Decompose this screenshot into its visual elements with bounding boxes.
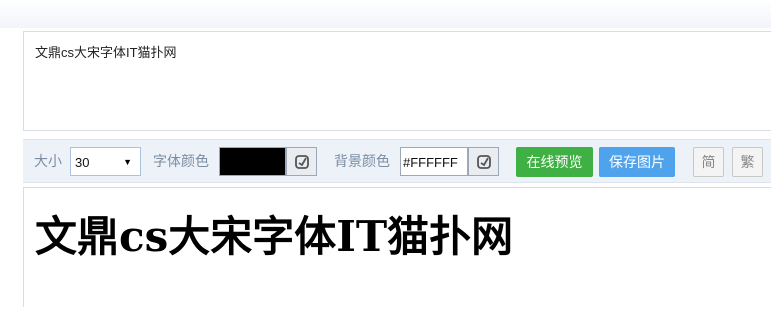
size-select-value: 30 <box>75 155 90 170</box>
color-picker-icon <box>294 154 309 169</box>
preview-panel: 文鼎cs大宋字体IT猫扑网 <box>23 187 771 307</box>
preview-button[interactable]: 在线预览 <box>516 147 593 177</box>
bg-color-field[interactable]: #FFFFFF <box>400 147 468 176</box>
size-label: 大小 <box>34 153 62 169</box>
text-input-area[interactable]: 文鼎cs大宋字体IT猫扑网 <box>23 31 771 131</box>
bg-color-label: 背景颜色 <box>334 153 390 169</box>
bg-color-value: #FFFFFF <box>403 155 458 170</box>
options-toolbar: 大小 30 ▼ 字体颜色 背景颜色 #FFFFFF 在线预览 保存图片 简 繁 <box>23 139 771 183</box>
font-color-picker-button[interactable] <box>286 147 317 176</box>
save-image-button[interactable]: 保存图片 <box>599 147 675 177</box>
traditional-button[interactable]: 繁 <box>732 147 763 177</box>
simplified-button[interactable]: 简 <box>693 147 724 177</box>
dropdown-arrow-icon: ▼ <box>123 157 132 167</box>
bg-color-picker-button[interactable] <box>468 147 499 176</box>
preview-text: 文鼎cs大宋字体IT猫扑网 <box>35 212 514 261</box>
top-header-strip <box>0 0 771 28</box>
text-input-value: 文鼎cs大宋字体IT猫扑网 <box>35 45 177 60</box>
size-select[interactable]: 30 ▼ <box>70 147 141 176</box>
color-picker-icon <box>476 154 491 169</box>
font-color-swatch[interactable] <box>219 147 286 176</box>
font-color-label: 字体颜色 <box>153 153 209 169</box>
